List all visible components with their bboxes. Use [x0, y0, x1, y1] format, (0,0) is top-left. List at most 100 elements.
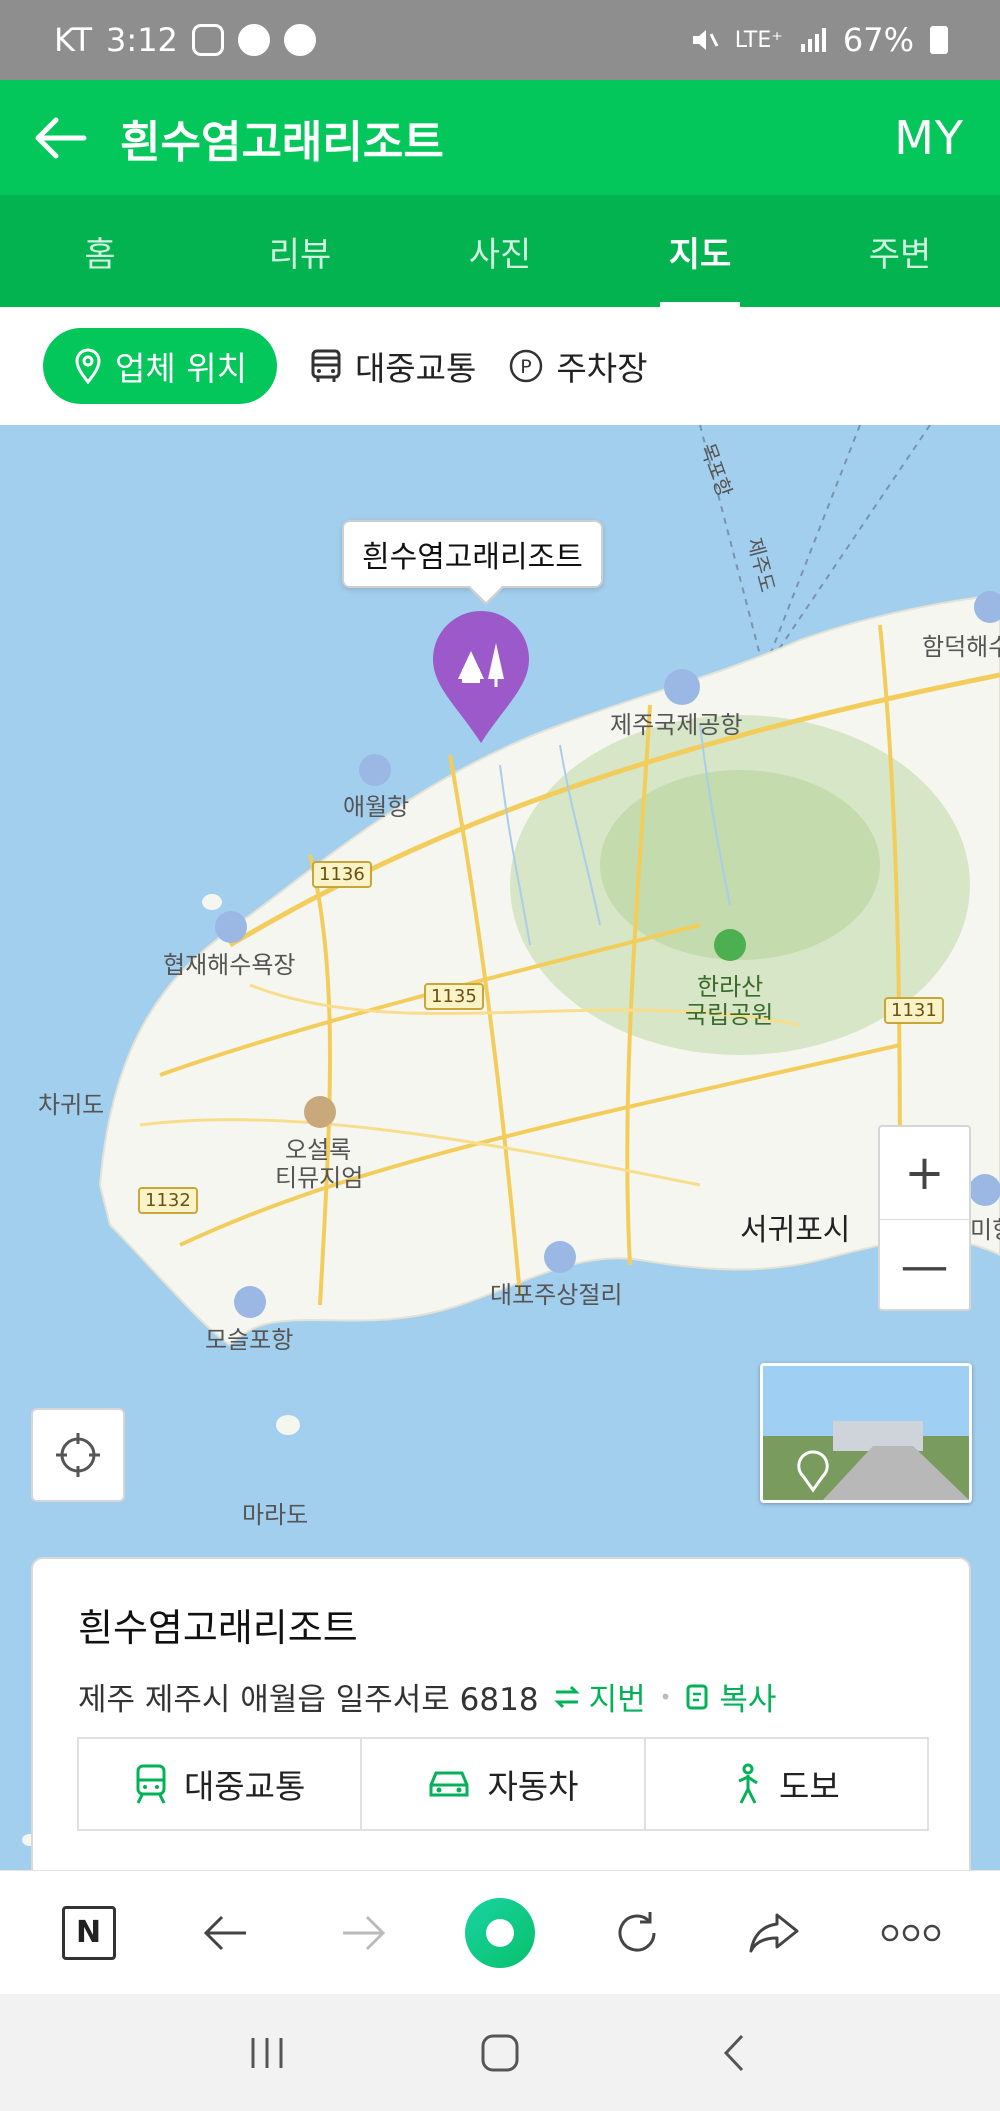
naver-n-icon: N: [61, 1905, 116, 1960]
filter-location-label: 업체 위치: [115, 349, 247, 388]
place-name: 흰수염고래리조트: [78, 1606, 358, 1650]
mute-icon: [692, 30, 719, 50]
refresh-icon: [618, 1911, 656, 1952]
copy-label: 복사: [719, 1682, 777, 1718]
home-icon: [481, 2034, 519, 2071]
home-button[interactable]: [455, 2008, 545, 2098]
time-text: 3:12: [106, 21, 178, 59]
more-dots-icon: [882, 1924, 941, 1941]
filter-parking-label: 주차장: [556, 349, 648, 388]
browser-toolbar: N: [0, 1870, 1000, 1994]
arrow-left-icon: [35, 117, 87, 158]
zoom-in-button[interactable]: +: [880, 1127, 969, 1219]
road-badge-1136: 1136: [312, 861, 372, 888]
walk-icon: [738, 1763, 758, 1804]
my-button[interactable]: MY: [894, 111, 1000, 165]
tab-bar: 홈 리뷰 사진 지도 주변: [0, 195, 1000, 307]
parking-icon: P: [510, 349, 543, 383]
zoom-control: + —: [878, 1125, 971, 1311]
tab-home[interactable]: 홈: [0, 195, 200, 307]
refresh-button[interactable]: [592, 1888, 682, 1978]
map-label-edge: 미항: [970, 1216, 1000, 1244]
route-transit-button[interactable]: 대중교통: [79, 1739, 360, 1829]
route-walk-button[interactable]: 도보: [643, 1739, 927, 1829]
route-transit-label: 대중교통: [183, 1767, 306, 1806]
filter-transit-label: 대중교통: [354, 349, 477, 388]
road-badge-1135: 1135: [424, 983, 484, 1010]
carrier-text: KT: [54, 21, 93, 59]
svg-text:P: P: [521, 356, 532, 378]
route-walk-label: 도보: [778, 1767, 840, 1806]
share-icon: [749, 1913, 799, 1952]
map-filter-bar: 업체 위치 대중교통 P 주차장: [0, 307, 1000, 425]
street-view-thumbnail[interactable]: [760, 1363, 972, 1503]
bus-icon: [311, 349, 341, 382]
tab-photo[interactable]: 사진: [400, 195, 600, 307]
recent-apps-icon: [251, 2037, 283, 2068]
map-label-daepo: 대포주상절리: [490, 1281, 623, 1309]
map-label-moseulpo: 모슬포항: [205, 1326, 294, 1354]
status-left: KT 3:12: [54, 21, 316, 59]
crosshair-icon: [56, 1433, 100, 1477]
zoom-out-button[interactable]: —: [880, 1219, 969, 1311]
map-label-hamdeok: 함덕해수: [922, 633, 1000, 661]
tab-map[interactable]: 지도: [600, 195, 800, 307]
browser-forward-button[interactable]: [318, 1888, 408, 1978]
address-row: 제주 제주시 애월읍 일주서로 6818 지번 • 복사: [78, 1674, 925, 1719]
filter-location-button[interactable]: 업체 위치: [43, 328, 277, 404]
location-pin-icon: [75, 348, 101, 384]
separator-dot: •: [659, 1684, 672, 1709]
green-dot-button[interactable]: [455, 1888, 545, 1978]
account-icon: [283, 24, 316, 56]
arrow-left-icon: [203, 1915, 246, 1950]
battery-icon: [930, 26, 948, 54]
map-label-airport: 제주국제공항: [610, 711, 743, 739]
map-label-seogwipo: 서귀포시: [740, 1213, 851, 1248]
street-view-image: [763, 1366, 969, 1500]
map-label-aewol: 애월항: [343, 793, 410, 821]
jibeon-label: 지번: [588, 1682, 646, 1718]
browser-back-button[interactable]: [181, 1888, 271, 1978]
map-label-marado: 마라도: [242, 1501, 309, 1529]
place-callout[interactable]: 흰수염고래리조트: [342, 520, 603, 588]
back-button[interactable]: [0, 80, 120, 195]
copy-icon: [686, 1684, 708, 1709]
swap-icon: [553, 1685, 580, 1708]
tab-review[interactable]: 리뷰: [200, 195, 400, 307]
current-location-button[interactable]: [31, 1408, 125, 1502]
car-icon: [429, 1771, 469, 1797]
map-label-osulloc-2: 티뮤지엄: [275, 1164, 364, 1192]
map-label-hallasan-2: 국립공원: [685, 1001, 774, 1029]
jibeon-button[interactable]: 지번: [553, 1674, 646, 1719]
naver-home-button[interactable]: N: [44, 1888, 134, 1978]
network-text: LTE⁺: [734, 27, 783, 53]
route-car-button[interactable]: 자동차: [360, 1739, 643, 1829]
green-dot-icon: [464, 1897, 535, 1968]
recent-apps-button[interactable]: [222, 2008, 312, 2098]
filter-parking-button[interactable]: P 주차장: [508, 328, 647, 404]
system-back-button[interactable]: [688, 2008, 778, 2098]
app-header: 흰수염고래리조트 MY: [0, 80, 1000, 195]
address-text: 제주 제주시 애월읍 일주서로 6818: [78, 1682, 539, 1718]
train-icon: [136, 1764, 166, 1804]
route-options: 대중교통 자동차 도보: [77, 1737, 929, 1831]
tab-nearby[interactable]: 주변: [800, 195, 1000, 307]
road-badge-1131: 1131: [884, 997, 944, 1024]
more-button[interactable]: [866, 1888, 956, 1978]
map-label-chagwido: 차귀도: [38, 1091, 105, 1119]
share-button[interactable]: [729, 1888, 819, 1978]
place-info-card: 흰수염고래리조트 제주 제주시 애월읍 일주서로 6818 지번 • 복사 대중…: [31, 1557, 971, 1887]
map-label-hyeopjae: 협재해수욕장: [163, 951, 296, 979]
place-pin-icon[interactable]: [428, 607, 534, 747]
route-car-label: 자동차: [487, 1767, 579, 1806]
copy-button[interactable]: 복사: [685, 1674, 776, 1719]
status-right: LTE⁺ 67%: [689, 21, 948, 59]
talk-icon: [237, 24, 270, 56]
page-title: 흰수염고래리조트: [120, 116, 444, 168]
arrow-right-icon: [342, 1915, 385, 1950]
road-badge-1132: 1132: [138, 1187, 198, 1214]
signal-icon: [800, 28, 826, 52]
battery-text: 67%: [842, 21, 914, 59]
system-nav-bar: [0, 1994, 1000, 2111]
filter-transit-button[interactable]: 대중교통: [309, 328, 476, 404]
